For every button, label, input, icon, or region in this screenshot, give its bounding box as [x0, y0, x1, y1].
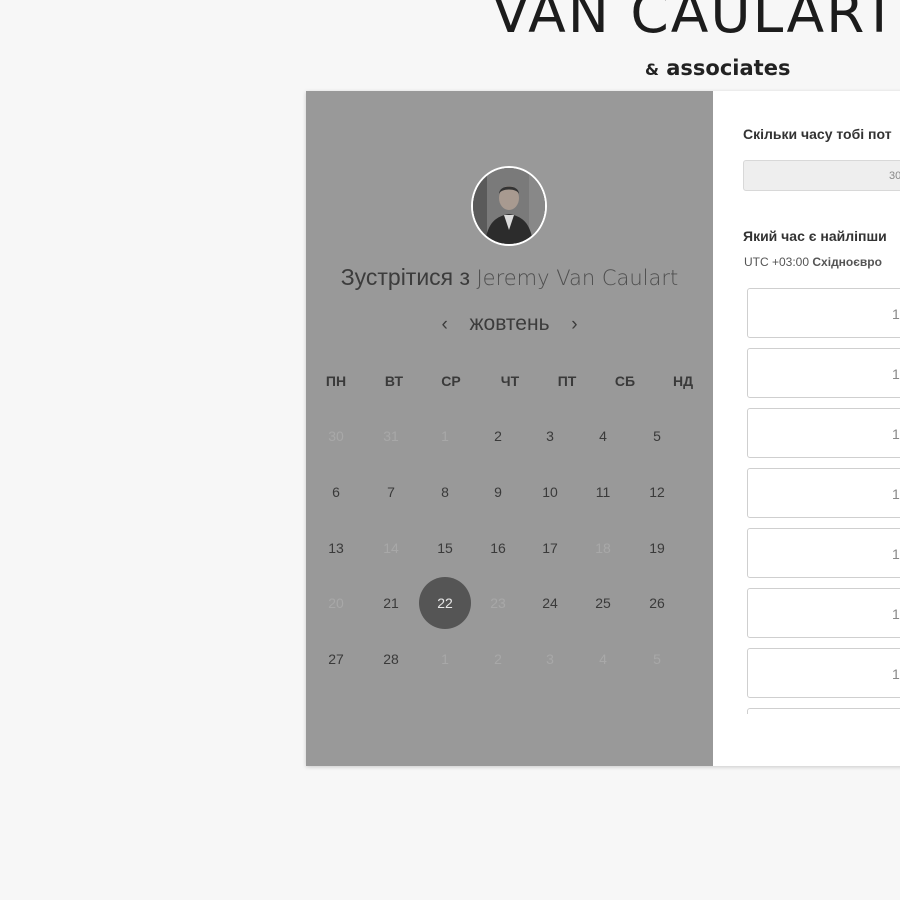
time-slot-label: 1 — [892, 426, 900, 442]
calendar-day: 18 — [595, 540, 611, 556]
time-slot-label: 1 — [892, 486, 900, 502]
timezone-offset: UTC +03:00 — [744, 255, 810, 269]
calendar-day: 31 — [383, 428, 399, 444]
timezone-name: Східноєвро — [812, 255, 882, 269]
time-slot-label: 1 — [892, 306, 900, 322]
calendar-day: 5 — [653, 651, 661, 667]
duration-select[interactable]: 30 — [743, 160, 900, 191]
time-slot-label: 1 — [892, 366, 900, 382]
time-question: Який час є найліпши — [743, 228, 887, 244]
calendar-day[interactable]: 17 — [524, 522, 576, 574]
calendar-day: 14 — [383, 540, 399, 556]
calendar-day: 30 — [328, 428, 344, 444]
time-slot-label: 1 — [892, 546, 900, 562]
calendar-panel: Зустрітися з Jeremy Van Caulart ‹ жовтен… — [306, 91, 713, 766]
calendar-day: 1 — [441, 428, 449, 444]
calendar-day[interactable]: 24 — [524, 577, 576, 629]
calendar-day[interactable]: 4 — [577, 410, 629, 462]
duration-question: Скільки часу тобі пот — [743, 126, 892, 142]
calendar-day[interactable]: 7 — [365, 466, 417, 518]
time-slot-button[interactable]: 1 — [747, 288, 900, 338]
calendar-day[interactable]: 2 — [472, 410, 524, 462]
time-slot-button[interactable]: 1 — [747, 468, 900, 518]
calendar-day[interactable]: 19 — [631, 522, 683, 574]
brand-logo-subtitle: & associates — [645, 56, 790, 80]
time-slot-label: 1 — [892, 666, 900, 682]
calendar-day: 23 — [490, 595, 506, 611]
booking-card: Зустрітися з Jeremy Van Caulart ‹ жовтен… — [306, 91, 900, 766]
calendar-day[interactable]: 9 — [472, 466, 524, 518]
calendar-day[interactable]: 21 — [365, 577, 417, 629]
calendar-day[interactable]: 10 — [524, 466, 576, 518]
time-slot-button[interactable]: 1 — [747, 648, 900, 698]
booking-panel: Скільки часу тобі пот 30 Який час є найл… — [713, 91, 900, 766]
calendar-day[interactable]: 3 — [524, 410, 576, 462]
calendar-day: 3 — [546, 651, 554, 667]
calendar-day: 4 — [599, 651, 607, 667]
time-slot-list: 1 1 1 1 1 1 1 — [747, 288, 900, 714]
calendar-day-selected[interactable]: 22 — [419, 577, 471, 629]
calendar-day: 1 — [441, 651, 449, 667]
calendar-day[interactable]: 15 — [419, 522, 471, 574]
brand-subtitle-text: associates — [666, 56, 791, 80]
calendar-day[interactable]: 5 — [631, 410, 683, 462]
time-slot-button[interactable] — [747, 708, 900, 714]
calendar-grid: 30 31 1 2 3 4 5 6 7 8 9 10 11 12 13 14 15 16 17 18 19 20 21 22 2… — [306, 91, 713, 766]
calendar-day[interactable]: 12 — [631, 466, 683, 518]
time-slot-button[interactable]: 1 — [747, 528, 900, 578]
calendar-day[interactable]: 16 — [472, 522, 524, 574]
timezone-label[interactable]: UTC +03:00 Східноєвро — [744, 255, 882, 269]
brand-ampersand: & — [645, 60, 659, 79]
time-slot-button[interactable]: 1 — [747, 408, 900, 458]
calendar-day[interactable]: 28 — [365, 633, 417, 685]
calendar-day[interactable]: 11 — [577, 466, 629, 518]
time-slot-button[interactable]: 1 — [747, 588, 900, 638]
calendar-day: 20 — [328, 595, 344, 611]
calendar-day[interactable]: 8 — [419, 466, 471, 518]
time-slot-label: 1 — [892, 606, 900, 622]
duration-value: 30 — [889, 170, 900, 182]
brand-logo-title: VAN CAULART — [492, 0, 898, 45]
calendar-day[interactable]: 27 — [310, 633, 362, 685]
calendar-day: 2 — [494, 651, 502, 667]
time-slot-button[interactable]: 1 — [747, 348, 900, 398]
calendar-day[interactable]: 6 — [310, 466, 362, 518]
calendar-day[interactable]: 25 — [577, 577, 629, 629]
calendar-day[interactable]: 13 — [310, 522, 362, 574]
calendar-day[interactable]: 26 — [631, 577, 683, 629]
